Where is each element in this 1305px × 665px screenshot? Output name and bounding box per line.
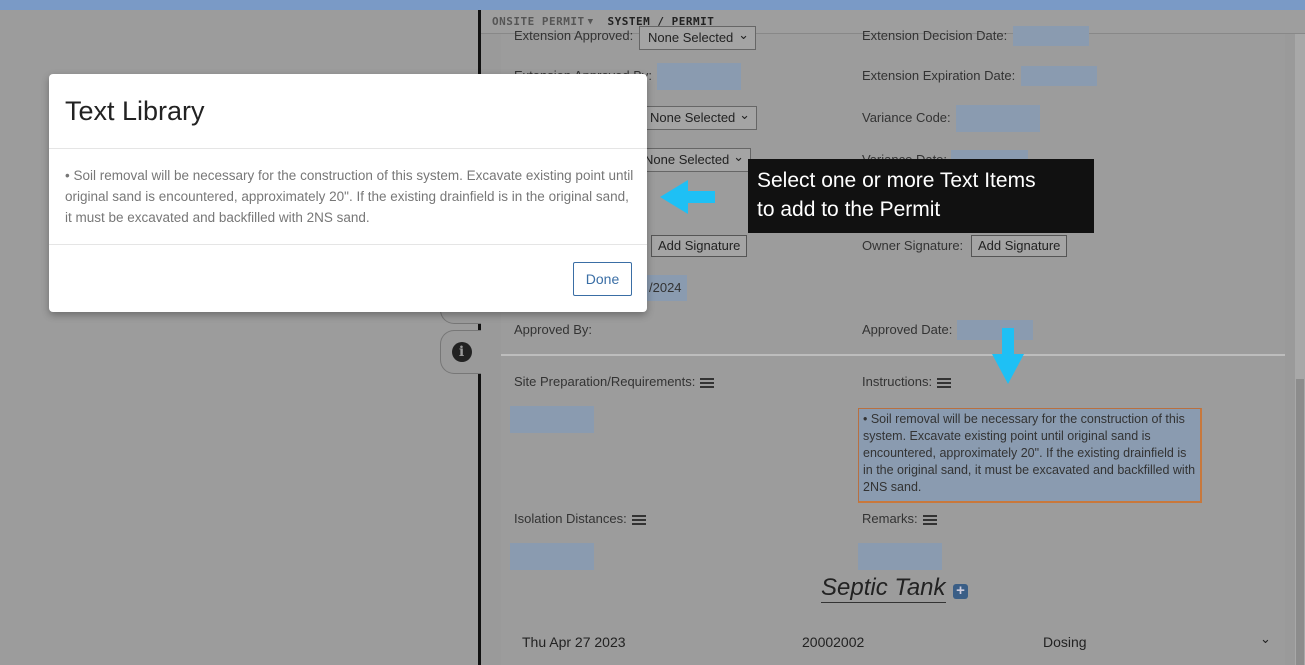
add-signature-button[interactable]: Add Signature [651, 235, 748, 257]
variance-code-label: Variance Code: [862, 110, 951, 125]
breadcrumb-module[interactable]: ONSITE PERMIT [492, 15, 585, 28]
variance-approval-select[interactable]: None Selected [635, 148, 751, 172]
modal-title: Text Library [65, 96, 205, 126]
remarks-label: Remarks: [862, 511, 937, 527]
tooltip-line-2: to add to the Permit [757, 198, 941, 221]
extension-decision-date-label: Extension Decision Date: [862, 28, 1008, 43]
tank-row-id: 20002002 [802, 634, 865, 650]
extension-expiration-date-field[interactable] [1021, 66, 1097, 86]
instructions-label: Instructions: [862, 374, 952, 390]
help-tooltip: Select one or more Text Items to add to … [748, 159, 1094, 233]
side-tab-info[interactable]: i [440, 330, 482, 374]
list-icon[interactable] [922, 513, 937, 527]
extension-expiration-date-label: Extension Expiration Date: [862, 68, 1016, 83]
top-bar [0, 0, 1305, 10]
isolation-distances-label-text: Isolation Distances: [514, 511, 627, 526]
approved-date-label: Approved Date: [862, 322, 953, 337]
instructions-field[interactable]: • Soil removal will be necessary for the… [858, 408, 1202, 503]
arrow-left-icon [660, 180, 715, 214]
owner-add-signature-button[interactable]: Add Signature [971, 235, 1068, 257]
tank-row-type: Dosing [1043, 634, 1087, 650]
remarks-label-text: Remarks: [862, 511, 918, 526]
done-button[interactable]: Done [573, 262, 632, 296]
list-icon[interactable] [700, 376, 715, 390]
site-prep-label-text: Site Preparation/Requirements: [514, 374, 696, 389]
approved-by-label: Approved By: [514, 322, 593, 337]
extension-decision-date-field[interactable] [1013, 26, 1089, 46]
text-library-modal: Text Library • Soil removal will be nece… [49, 74, 647, 312]
list-icon[interactable] [937, 376, 952, 390]
variance-code-field[interactable] [956, 105, 1040, 132]
modal-header-divider [49, 148, 647, 149]
remarks-field[interactable] [858, 543, 942, 570]
info-icon: i [451, 342, 472, 362]
modal-footer-divider [49, 244, 647, 245]
extension-approved-label: Extension Approved: [514, 28, 634, 43]
tooltip-line-1: Select one or more Text Items [757, 169, 1036, 192]
section-divider [501, 354, 1285, 356]
site-prep-label: Site Preparation/Requirements: [514, 374, 715, 390]
scrollbar[interactable] [1295, 34, 1305, 665]
isolation-distances-label: Isolation Distances: [514, 511, 646, 527]
tank-row-date: Thu Apr 27 2023 [522, 634, 626, 650]
caret-down-icon[interactable]: ▼ [588, 17, 594, 27]
scrollbar-thumb[interactable] [1296, 379, 1304, 665]
instructions-label-text: Instructions: [862, 374, 933, 389]
site-prep-field[interactable] [510, 406, 594, 433]
add-tank-plus-icon[interactable]: + [953, 583, 968, 599]
extension-approved-by-field[interactable] [657, 63, 741, 90]
owner-signature-label: Owner Signature: [862, 238, 964, 253]
isolation-distances-field[interactable] [510, 543, 594, 570]
list-icon[interactable] [631, 513, 646, 527]
tank-row[interactable]: Thu Apr 27 2023 20002002 Dosing ⌄ [501, 619, 1285, 659]
septic-tank-title: Septic Tank [821, 574, 946, 603]
variance-select[interactable]: None Selected [641, 106, 757, 130]
chevron-down-icon[interactable]: ⌄ [1260, 631, 1271, 647]
arrow-down-icon [992, 328, 1024, 384]
text-library-item[interactable]: • Soil removal will be necessary for the… [65, 165, 635, 228]
extension-approved-select[interactable]: None Selected [639, 26, 756, 50]
